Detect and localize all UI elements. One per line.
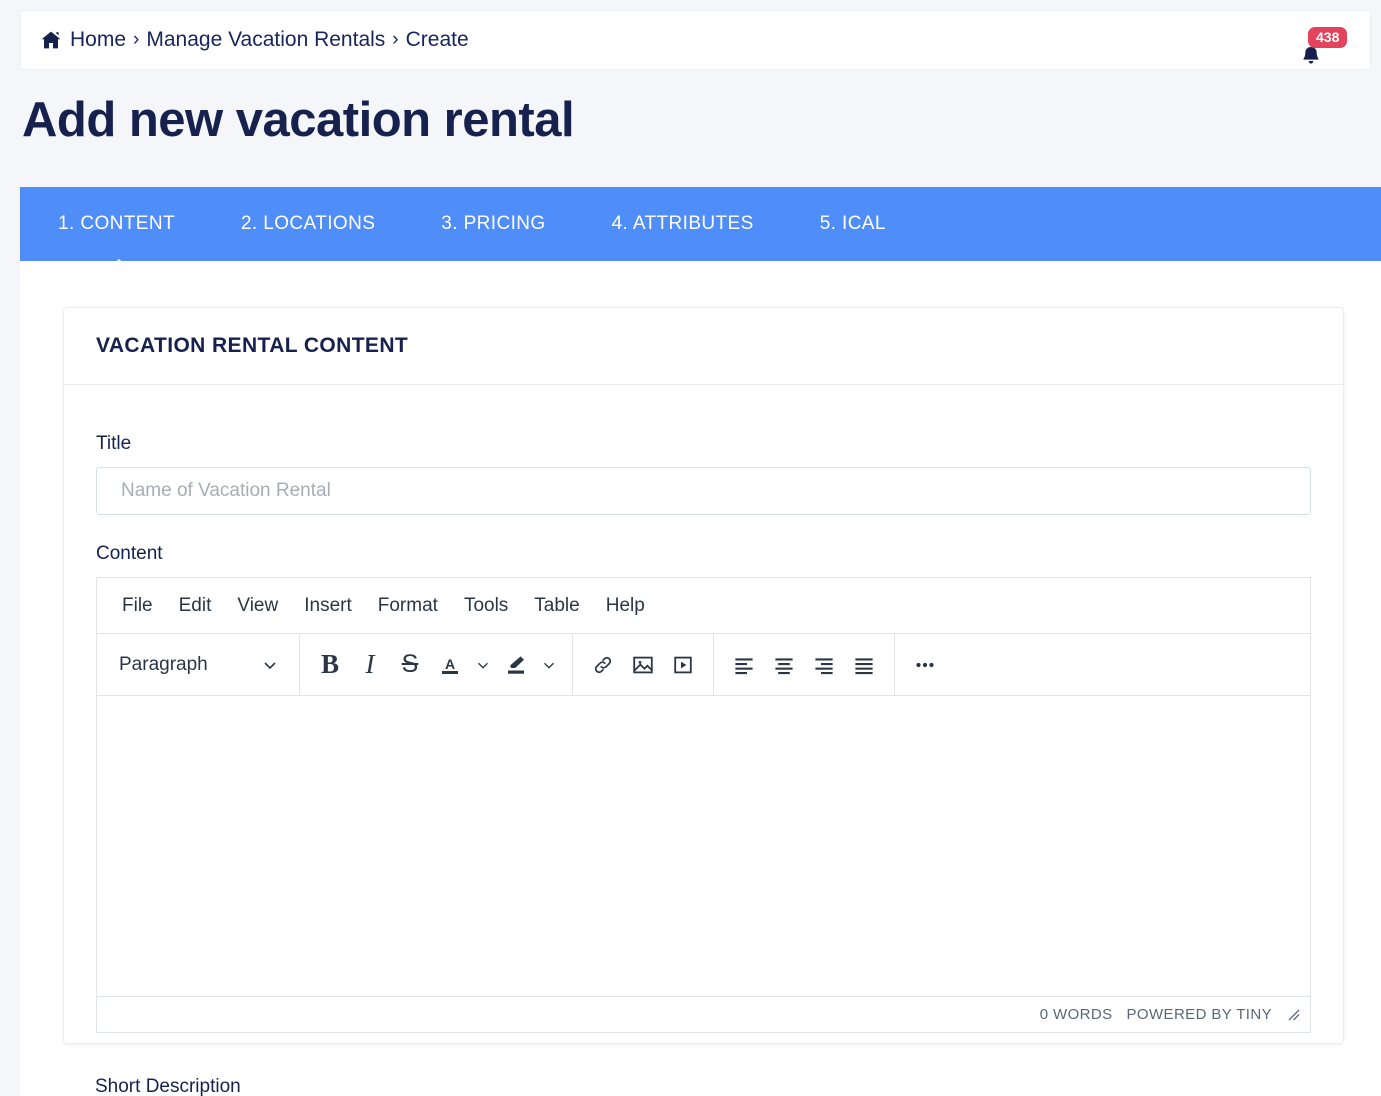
short-description-label: Short Description [95, 1076, 241, 1096]
text-color-chevron-icon[interactable] [470, 645, 496, 685]
notification-bell[interactable]: 438 [1296, 27, 1348, 71]
card-title: VACATION RENTAL CONTENT [96, 334, 409, 357]
block-format-value: Paragraph [119, 653, 208, 675]
ellipsis-icon[interactable] [905, 645, 945, 685]
svg-text:A: A [445, 656, 455, 672]
toolbar-group-blockformat: Paragraph [97, 634, 300, 695]
title-input[interactable] [96, 467, 1311, 515]
toolbar-group-more [895, 634, 955, 695]
align-right-icon[interactable] [804, 645, 844, 685]
menu-insert[interactable]: Insert [291, 590, 365, 622]
italic-button[interactable]: I [350, 645, 390, 685]
breadcrumb-separator: › [392, 29, 399, 50]
menu-table[interactable]: Table [521, 590, 592, 622]
menu-tools[interactable]: Tools [451, 590, 521, 622]
highlight-color-chevron-icon[interactable] [536, 645, 562, 685]
card-header: VACATION RENTAL CONTENT [64, 308, 1343, 385]
breadcrumb-item-manage-vacation-rentals[interactable]: Manage Vacation Rentals [146, 28, 385, 52]
toolbar-group-align [714, 634, 895, 695]
align-justify-icon[interactable] [844, 645, 884, 685]
menu-file[interactable]: File [109, 590, 166, 622]
editor-statusbar: 0 WORDS POWERED BY TINY [97, 996, 1310, 1032]
breadcrumb-separator: › [133, 29, 140, 50]
highlighter-icon[interactable] [496, 645, 536, 685]
page-title: Add new vacation rental [22, 93, 575, 147]
breadcrumb-bar: Home › Manage Vacation Rentals › Create … [20, 10, 1371, 70]
block-format-select[interactable]: Paragraph [107, 645, 289, 685]
tab-bar: 1. CONTENT 2. LOCATIONS 3. PRICING 4. AT… [20, 187, 1381, 261]
rich-text-editor: File Edit View Insert Format Tools Table… [96, 577, 1311, 1033]
resize-handle-icon[interactable] [1286, 1007, 1302, 1023]
active-tab-pointer [101, 259, 137, 275]
editor-toolbar: Paragraph B I S A [97, 634, 1310, 696]
notification-count-badge: 438 [1308, 27, 1348, 48]
bell-icon[interactable] [1300, 45, 1322, 72]
title-field-group: Title [96, 433, 1311, 515]
align-left-icon[interactable] [724, 645, 764, 685]
breadcrumb-item-home[interactable]: Home [70, 28, 126, 52]
toolbar-group-inline: B I S A [300, 634, 573, 695]
media-play-icon[interactable] [663, 645, 703, 685]
menu-format[interactable]: Format [365, 590, 451, 622]
title-label: Title [96, 433, 132, 454]
content-field-group: Content File Edit View Insert Format Too… [96, 543, 1311, 1033]
breadcrumb: Home › Manage Vacation Rentals › Create [41, 28, 469, 52]
menu-view[interactable]: View [224, 590, 291, 622]
page-root: Home › Manage Vacation Rentals › Create … [0, 0, 1381, 1096]
chevron-down-icon [261, 656, 279, 674]
link-icon[interactable] [583, 645, 623, 685]
tiny-branding[interactable]: POWERED BY TINY [1127, 1006, 1272, 1023]
content-label: Content [96, 543, 163, 564]
image-icon[interactable] [623, 645, 663, 685]
toolbar-group-insert [573, 634, 714, 695]
home-icon[interactable] [41, 31, 61, 49]
tab-pricing[interactable]: 3. PRICING [441, 213, 578, 235]
word-count: 0 WORDS [1039, 1006, 1113, 1023]
editor-content-area[interactable] [97, 696, 1310, 996]
bold-button[interactable]: B [310, 645, 350, 685]
text-color-button[interactable]: A [430, 645, 470, 685]
editor-menubar: File Edit View Insert Format Tools Table… [97, 578, 1310, 634]
tab-attributes[interactable]: 4. ATTRIBUTES [612, 213, 787, 235]
tab-content[interactable]: 1. CONTENT [58, 213, 208, 235]
align-center-icon[interactable] [764, 645, 804, 685]
tab-ical[interactable]: 5. ICAL [820, 213, 886, 235]
tab-locations[interactable]: 2. LOCATIONS [241, 213, 408, 235]
card-body: Title Content File Edit View Insert Form… [64, 385, 1343, 1043]
menu-edit[interactable]: Edit [166, 590, 225, 622]
breadcrumb-item-create[interactable]: Create [406, 28, 469, 52]
strikethrough-button[interactable]: S [390, 645, 430, 685]
vacation-rental-content-card: VACATION RENTAL CONTENT Title Content Fi… [63, 307, 1344, 1044]
menu-help[interactable]: Help [593, 590, 658, 622]
